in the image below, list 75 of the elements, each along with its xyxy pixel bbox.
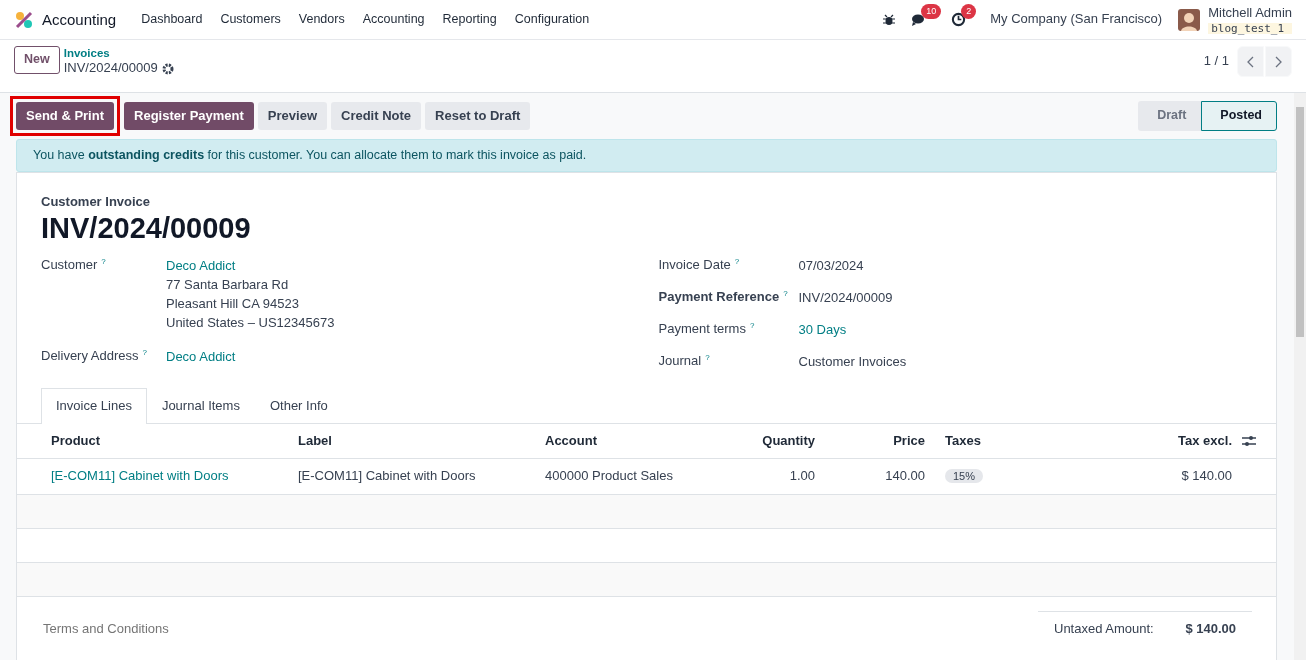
product-link[interactable]: [E-COM11] Cabinet with Doors bbox=[41, 459, 288, 494]
help-mark[interactable]: ? bbox=[734, 257, 740, 266]
field-value: INV/2024/00009 bbox=[798, 289, 893, 307]
total-label: Untaxed Amount: bbox=[1054, 619, 1154, 638]
scrollbar[interactable] bbox=[1294, 93, 1306, 660]
pager-value: 1 / 1 bbox=[1203, 52, 1229, 71]
info-alert: You have outstanding credits for this customer. You can allocate them to mark this invoice as paid. bbox=[16, 138, 1277, 172]
form-tab[interactable]: Journal Items bbox=[146, 388, 255, 424]
breadcrumb-link[interactable]: Invoices bbox=[63, 46, 174, 61]
form-tab[interactable]: Other Info bbox=[254, 388, 343, 424]
record-name: INV/2024/00009 bbox=[63, 60, 158, 77]
field-value: United States – US12345673 bbox=[166, 314, 335, 332]
column-header[interactable]: Tax excl. bbox=[1005, 424, 1242, 459]
action-button[interactable]: Reset to Draft bbox=[425, 101, 531, 130]
field-label: Invoice Date bbox=[658, 257, 731, 273]
clock-icon[interactable] bbox=[951, 12, 967, 28]
help-mark[interactable]: ? bbox=[101, 257, 106, 266]
menu-item[interactable]: Configuration bbox=[505, 10, 599, 29]
avatar-icon[interactable] bbox=[1178, 8, 1201, 31]
menu-item[interactable]: Reporting bbox=[433, 10, 506, 29]
status-step[interactable]: Posted bbox=[1201, 101, 1277, 131]
activity-count-badge: 2 bbox=[961, 4, 977, 19]
column-header[interactable]: Product bbox=[41, 424, 288, 459]
action-button[interactable]: Send & Print bbox=[16, 101, 114, 130]
action-button[interactable]: Register Payment bbox=[124, 101, 254, 130]
bug-icon[interactable] bbox=[883, 13, 896, 26]
company-name[interactable]: My Company (San Francisco) bbox=[990, 10, 1163, 29]
form-tab[interactable]: Invoice Lines bbox=[41, 388, 147, 425]
table-cell-text: [E-COM11] Cabinet with Doors bbox=[297, 467, 477, 486]
status-step[interactable]: Draft bbox=[1138, 101, 1202, 131]
field-value: Customer Invoices bbox=[798, 353, 907, 371]
table-cell-text: 1.00 bbox=[788, 467, 816, 486]
chevron-right-icon bbox=[1274, 56, 1283, 69]
menu-item[interactable]: Accounting bbox=[353, 10, 434, 29]
help-mark[interactable]: ? bbox=[749, 321, 755, 330]
field-label: Payment Reference bbox=[658, 289, 780, 305]
tax-tag: 15% bbox=[945, 469, 984, 484]
app-logo-icon[interactable] bbox=[14, 9, 34, 30]
user-name: Mitchell Admin bbox=[1208, 5, 1292, 19]
column-header[interactable]: Price bbox=[825, 424, 935, 459]
table-cell-text: $ 140.00 bbox=[1180, 467, 1233, 486]
menu-item[interactable]: Customers bbox=[211, 10, 290, 29]
menu-item[interactable]: Dashboard bbox=[132, 10, 212, 29]
settings-icon[interactable] bbox=[161, 62, 174, 75]
action-button[interactable]: Preview bbox=[257, 101, 327, 130]
help-mark[interactable]: ? bbox=[783, 289, 788, 298]
field-label: Journal bbox=[658, 353, 702, 369]
message-count-badge: 10 bbox=[921, 4, 942, 19]
field-label: Customer bbox=[41, 257, 98, 273]
field-label: Delivery Address bbox=[41, 348, 139, 364]
field-link[interactable]: Deco Addict bbox=[166, 256, 335, 275]
field-value: 07/03/2024 bbox=[798, 257, 864, 275]
menu-item[interactable]: Vendors bbox=[289, 10, 354, 29]
invoice-type: Customer Invoice bbox=[41, 193, 152, 211]
column-header[interactable]: Account bbox=[535, 424, 725, 459]
help-mark[interactable]: ? bbox=[142, 348, 147, 357]
new-button[interactable]: New bbox=[14, 46, 60, 74]
database-name: blog_test_1 bbox=[1208, 22, 1292, 34]
column-settings-icon[interactable] bbox=[1242, 435, 1256, 448]
chevron-left-icon bbox=[1246, 56, 1255, 69]
table-cell-text: 140.00 bbox=[884, 467, 926, 486]
table-cell-text: 400000 Product Sales bbox=[544, 467, 674, 486]
field-label: Payment terms bbox=[658, 321, 746, 337]
invoice-number: INV/2024/00009 bbox=[41, 211, 252, 246]
app-name[interactable]: Accounting bbox=[42, 9, 117, 30]
field-value: Pleasant Hill CA 94523 bbox=[166, 295, 300, 313]
action-button[interactable]: Credit Note bbox=[331, 101, 422, 130]
field-link[interactable]: 30 Days bbox=[798, 320, 847, 339]
field-value: 77 Santa Barbara Rd bbox=[166, 276, 290, 294]
total-value: $ 140.00 bbox=[1185, 619, 1236, 638]
column-header[interactable]: Taxes bbox=[935, 424, 1005, 459]
help-mark[interactable]: ? bbox=[705, 353, 710, 362]
field-link[interactable]: Deco Addict bbox=[166, 347, 236, 366]
column-header[interactable]: Quantity bbox=[725, 424, 825, 459]
column-header[interactable]: Label bbox=[288, 424, 535, 459]
